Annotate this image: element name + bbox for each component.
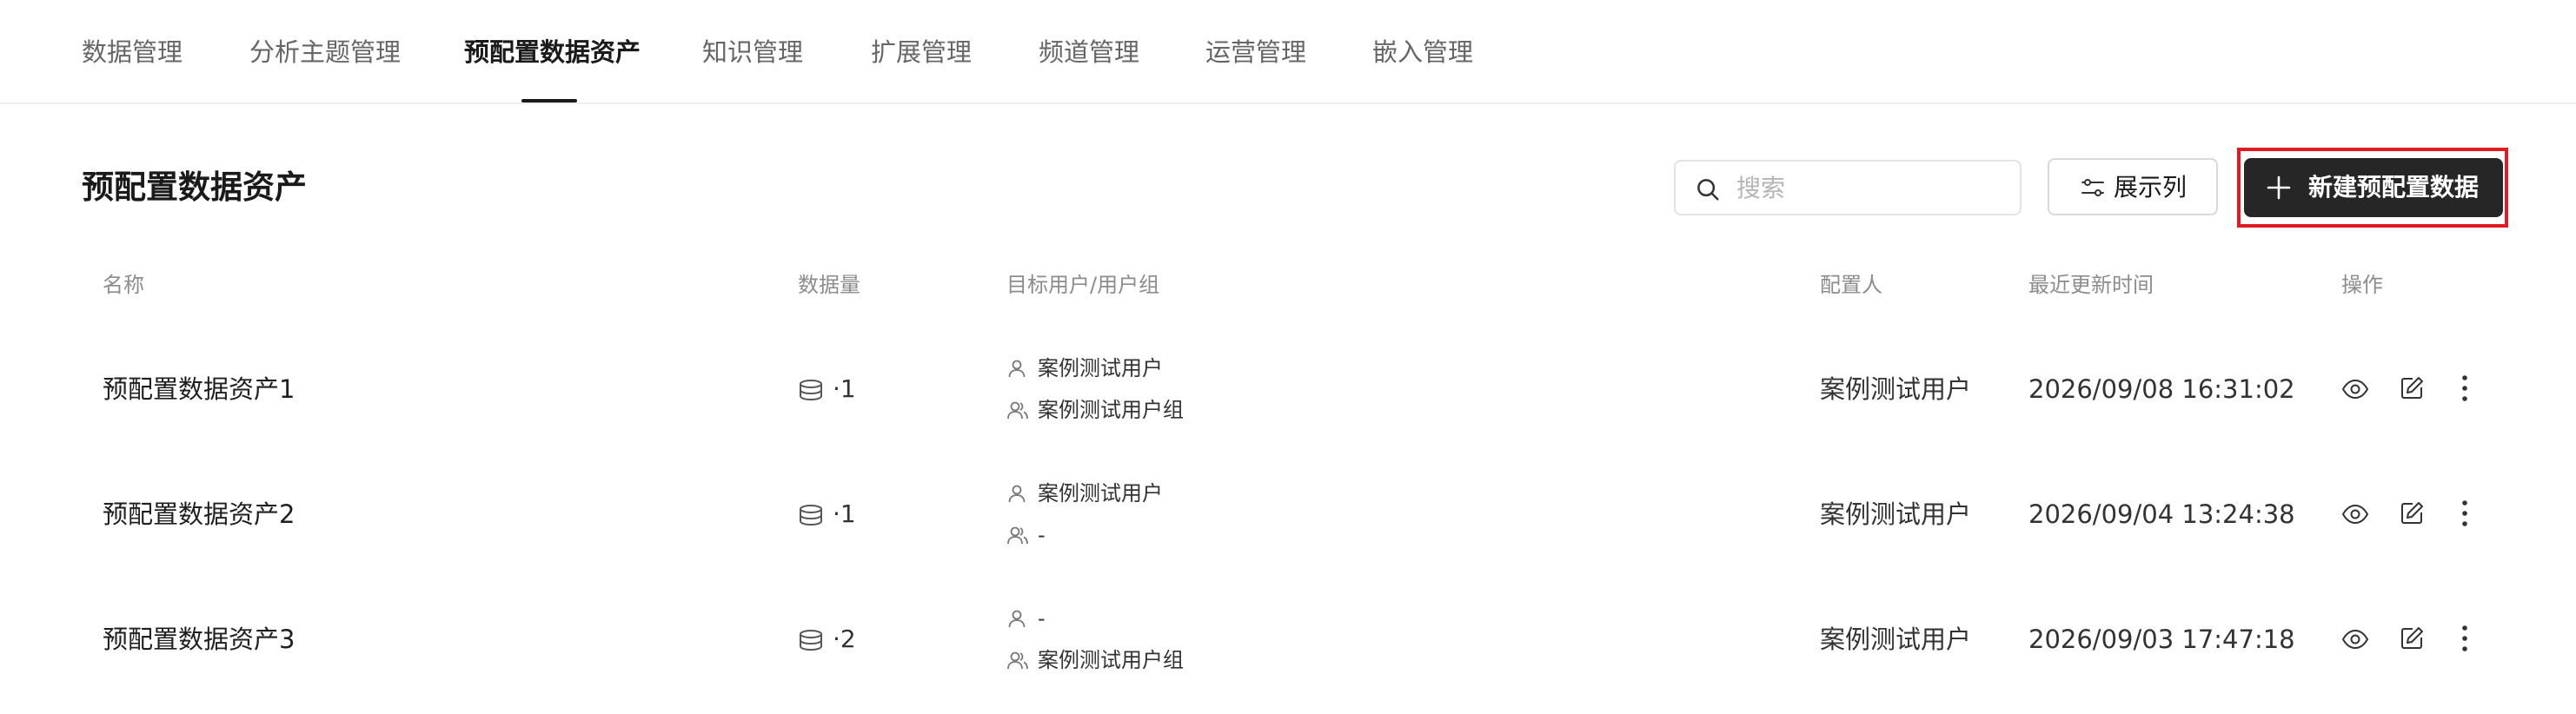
configurer: 案例测试用户	[1820, 499, 1972, 529]
target-group: 案例测试用户组	[1006, 396, 1354, 424]
user-group-icon	[1007, 651, 1028, 670]
search-icon	[1697, 179, 1719, 201]
user-icon	[1008, 485, 1026, 503]
updated-time: 2026/09/08 16:31:02	[2028, 374, 2295, 404]
user-group-icon	[1007, 526, 1028, 545]
col-name: 名称	[103, 273, 144, 297]
col-volume: 数据量	[798, 273, 860, 297]
user-icon	[1008, 610, 1026, 628]
create-button-label: 新建预配置数据	[2308, 173, 2480, 202]
asset-name[interactable]: 预配置数据资产1	[103, 372, 295, 407]
data-volume-value: ·1	[833, 374, 856, 403]
tab-analysis-topic[interactable]: 分析主题管理	[249, 35, 401, 69]
asset-name[interactable]: 预配置数据资产3	[103, 622, 295, 657]
data-volume-value: ·1	[833, 499, 856, 528]
data-volume: ·2	[798, 622, 902, 657]
create-preconfigured-data-button[interactable]: 新建预配置数据	[2244, 158, 2503, 217]
target-group-label: -	[1038, 523, 1046, 547]
more-vertical-icon[interactable]	[2454, 374, 2475, 403]
tab-extension[interactable]: 扩展管理	[871, 35, 972, 69]
tab-preconfigured-assets[interactable]: 预配置数据资产	[464, 35, 641, 69]
target-user: 案例测试用户	[1006, 479, 1354, 507]
data-volume: ·1	[798, 497, 902, 532]
edit-icon[interactable]	[2399, 625, 2425, 651]
more-vertical-icon[interactable]	[2454, 624, 2475, 653]
updated-time: 2026/09/04 13:24:38	[2028, 499, 2295, 529]
more-vertical-icon[interactable]	[2454, 499, 2475, 528]
target-user-label: 案例测试用户	[1038, 356, 1163, 380]
target-user-label: -	[1038, 606, 1046, 631]
tab-embed[interactable]: 嵌入管理	[1372, 35, 1473, 69]
col-updated: 最近更新时间	[2028, 273, 2154, 297]
data-volume: ·1	[798, 372, 902, 407]
updated-time: 2026/09/03 17:47:18	[2028, 625, 2295, 654]
edit-icon[interactable]	[2399, 375, 2425, 401]
tab-channel[interactable]: 频道管理	[1039, 35, 1139, 69]
configurer: 案例测试用户	[1820, 374, 1972, 404]
top-nav: 数据管理 分析主题管理 预配置数据资产 知识管理 扩展管理 频道管理 运营管理 …	[0, 0, 2576, 104]
edit-icon[interactable]	[2399, 500, 2425, 526]
database-icon	[800, 630, 822, 651]
user-icon	[1008, 360, 1026, 378]
col-actions: 操作	[2341, 273, 2383, 297]
tab-knowledge[interactable]: 知识管理	[702, 35, 803, 69]
data-volume-value: ·2	[833, 625, 856, 653]
target-group: -	[1006, 521, 1354, 549]
display-columns-button[interactable]: 展示列	[2048, 158, 2218, 215]
plus-icon	[2267, 175, 2291, 200]
eye-icon[interactable]	[2341, 502, 2369, 526]
configurer: 案例测试用户	[1820, 625, 1972, 654]
tab-operations[interactable]: 运营管理	[1205, 35, 1306, 69]
active-tab-indicator	[521, 99, 577, 102]
target-group-label: 案例测试用户组	[1038, 398, 1184, 422]
user-group-icon	[1007, 401, 1028, 420]
target-user: 案例测试用户	[1006, 354, 1354, 382]
database-icon	[800, 505, 822, 526]
asset-name[interactable]: 预配置数据资产2	[103, 497, 295, 532]
target-group-label: 案例测试用户组	[1038, 648, 1184, 672]
page-title: 预配置数据资产	[82, 169, 307, 206]
col-target: 目标用户/用户组	[1006, 273, 1160, 297]
search-box[interactable]	[1674, 160, 2022, 215]
tab-data-management[interactable]: 数据管理	[82, 35, 183, 69]
eye-icon[interactable]	[2341, 377, 2369, 401]
eye-icon[interactable]	[2341, 627, 2369, 651]
col-configurer: 配置人	[1820, 273, 1882, 297]
database-icon	[800, 380, 822, 401]
search-input[interactable]	[1736, 170, 2006, 205]
target-user: -	[1006, 605, 1354, 632]
target-group: 案例测试用户组	[1006, 646, 1354, 674]
display-columns-label: 展示列	[2114, 173, 2188, 202]
target-user-label: 案例测试用户	[1038, 481, 1163, 506]
sliders-icon	[2081, 179, 2104, 196]
